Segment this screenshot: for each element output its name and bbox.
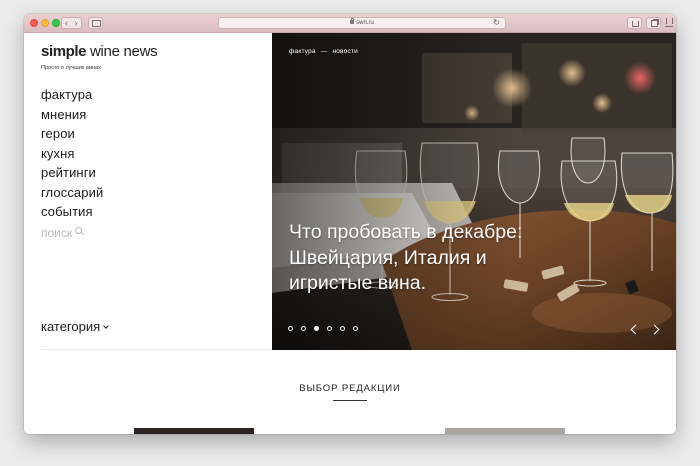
hero-title[interactable]: Что пробовать в декабре: Швейцария, Итал… — [289, 220, 539, 297]
menu-item-heroes[interactable]: герои — [41, 124, 103, 144]
slider-dot[interactable] — [327, 326, 332, 331]
breadcrumb-section[interactable]: новости — [332, 48, 357, 55]
search-icon — [75, 227, 84, 236]
section-underline — [333, 400, 367, 401]
forward-button[interactable]: › — [71, 17, 82, 29]
hero-slider[interactable]: фактура — новости Что пробовать в декабре:… — [272, 33, 676, 350]
minimize-window-button[interactable] — [41, 19, 49, 27]
menu-item-events[interactable]: события — [41, 202, 103, 222]
search-label: поиск — [41, 226, 73, 240]
section-title: ВЫБОР РЕДАКЦИИ — [299, 383, 401, 394]
slider-dot-active[interactable] — [314, 326, 319, 331]
downloads-icon[interactable] — [665, 18, 673, 27]
address-bar[interactable]: swn.ru ↻ — [218, 17, 506, 29]
logo-bold: simple — [41, 43, 87, 60]
hero-breadcrumb: фактура — новости — [289, 48, 358, 55]
search-link[interactable]: поиск — [41, 226, 84, 240]
category-label: категория — [41, 319, 101, 334]
sidebar-toggle-button[interactable] — [88, 17, 103, 29]
chevron-right-icon: › — [74, 18, 78, 28]
breadcrumb-separator: — — [320, 48, 328, 55]
menu-item-ratings[interactable]: рейтинги — [41, 163, 103, 183]
lock-icon — [350, 17, 355, 24]
slider-dot[interactable] — [301, 326, 306, 331]
menu-item-opinions[interactable]: мнения — [41, 105, 103, 125]
hero-photo — [272, 33, 676, 350]
site-logo[interactable]: simple wine news — [41, 43, 158, 60]
left-divider — [41, 349, 272, 350]
slider-dot[interactable] — [340, 326, 345, 331]
breadcrumb-category[interactable]: фактура — [289, 48, 316, 55]
close-window-button[interactable] — [30, 19, 38, 27]
slider-dots — [288, 326, 366, 331]
article-thumbnail[interactable] — [445, 428, 565, 434]
address-url: swn.ru — [356, 20, 374, 26]
browser-window: ‹ › swn.ru ↻ simple wine news Просто о л… — [24, 14, 676, 434]
slider-dot[interactable] — [353, 326, 358, 331]
logo-rest: wine news — [86, 43, 158, 60]
article-thumbnail[interactable] — [134, 428, 254, 434]
reload-icon[interactable]: ↻ — [493, 18, 500, 28]
site-tagline: Просто о лучших винах — [41, 65, 101, 71]
slider-dot[interactable] — [288, 326, 293, 331]
chevron-down-icon — [103, 323, 110, 329]
share-button[interactable] — [627, 17, 642, 29]
browser-toolbar: ‹ › swn.ru ↻ — [24, 14, 676, 33]
menu-item-kitchen[interactable]: кухня — [41, 144, 103, 164]
menu-item-glossary[interactable]: глоссарий — [41, 183, 103, 203]
category-dropdown[interactable]: категория — [41, 319, 110, 334]
main-menu: фактура мнения герои кухня рейтинги глос… — [41, 85, 103, 222]
chevron-left-icon: ‹ — [65, 18, 68, 28]
menu-item-faktura[interactable]: фактура — [41, 85, 103, 105]
show-tabs-button[interactable] — [646, 17, 661, 29]
zoom-window-button[interactable] — [52, 19, 60, 27]
